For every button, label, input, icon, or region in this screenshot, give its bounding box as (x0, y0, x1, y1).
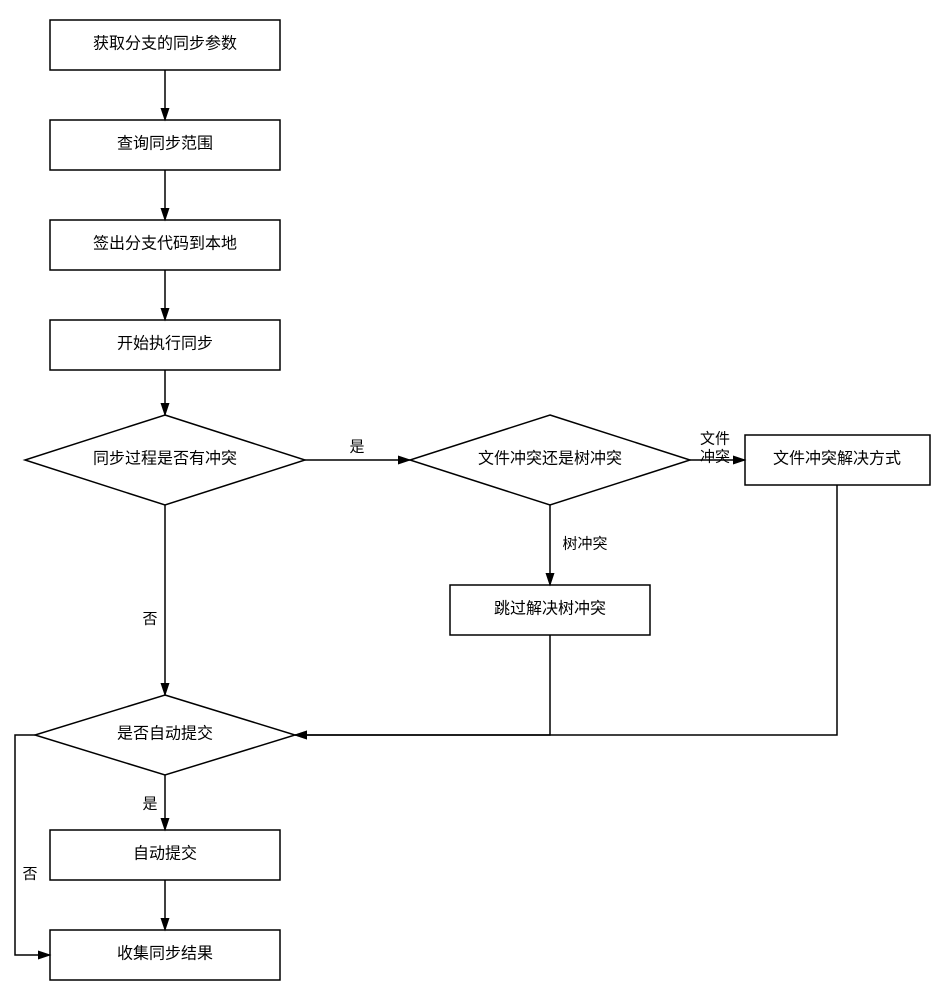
edge-d2-file-label-1: 文件 (700, 430, 730, 447)
node-collect-result-label: 收集同步结果 (117, 945, 213, 963)
edge-d1-no-label: 否 (142, 611, 157, 627)
edge-d2-tree-label: 树冲突 (562, 535, 607, 552)
edge-d3-yes-label: 是 (142, 796, 157, 812)
flowchart-canvas: 获取分支的同步参数 查询同步范围 签出分支代码到本地 开始执行同步 同步过程是否… (0, 0, 949, 1000)
node-skip-tree-conflict-label: 跳过解决树冲突 (494, 600, 606, 618)
edge-d3-no-label: 否 (22, 866, 37, 882)
node-start-sync-label: 开始执行同步 (117, 335, 213, 353)
edge-d2-file-label-2: 冲突 (700, 448, 730, 465)
decision-has-conflict-label: 同步过程是否有冲突 (93, 450, 237, 468)
node-query-scope-label: 查询同步范围 (117, 135, 213, 153)
node-auto-commit-label: 自动提交 (133, 845, 197, 863)
decision-auto-commit-label: 是否自动提交 (117, 725, 213, 743)
edge-n6-d3 (295, 635, 550, 735)
decision-conflict-type-label: 文件冲突还是树冲突 (478, 450, 622, 468)
edge-d1-yes-label: 是 (349, 439, 364, 455)
node-file-conflict-resolve-label: 文件冲突解决方式 (773, 450, 901, 468)
node-checkout-label: 签出分支代码到本地 (93, 235, 237, 253)
edge-d3-n8 (15, 735, 50, 955)
node-get-params-label: 获取分支的同步参数 (93, 35, 237, 53)
